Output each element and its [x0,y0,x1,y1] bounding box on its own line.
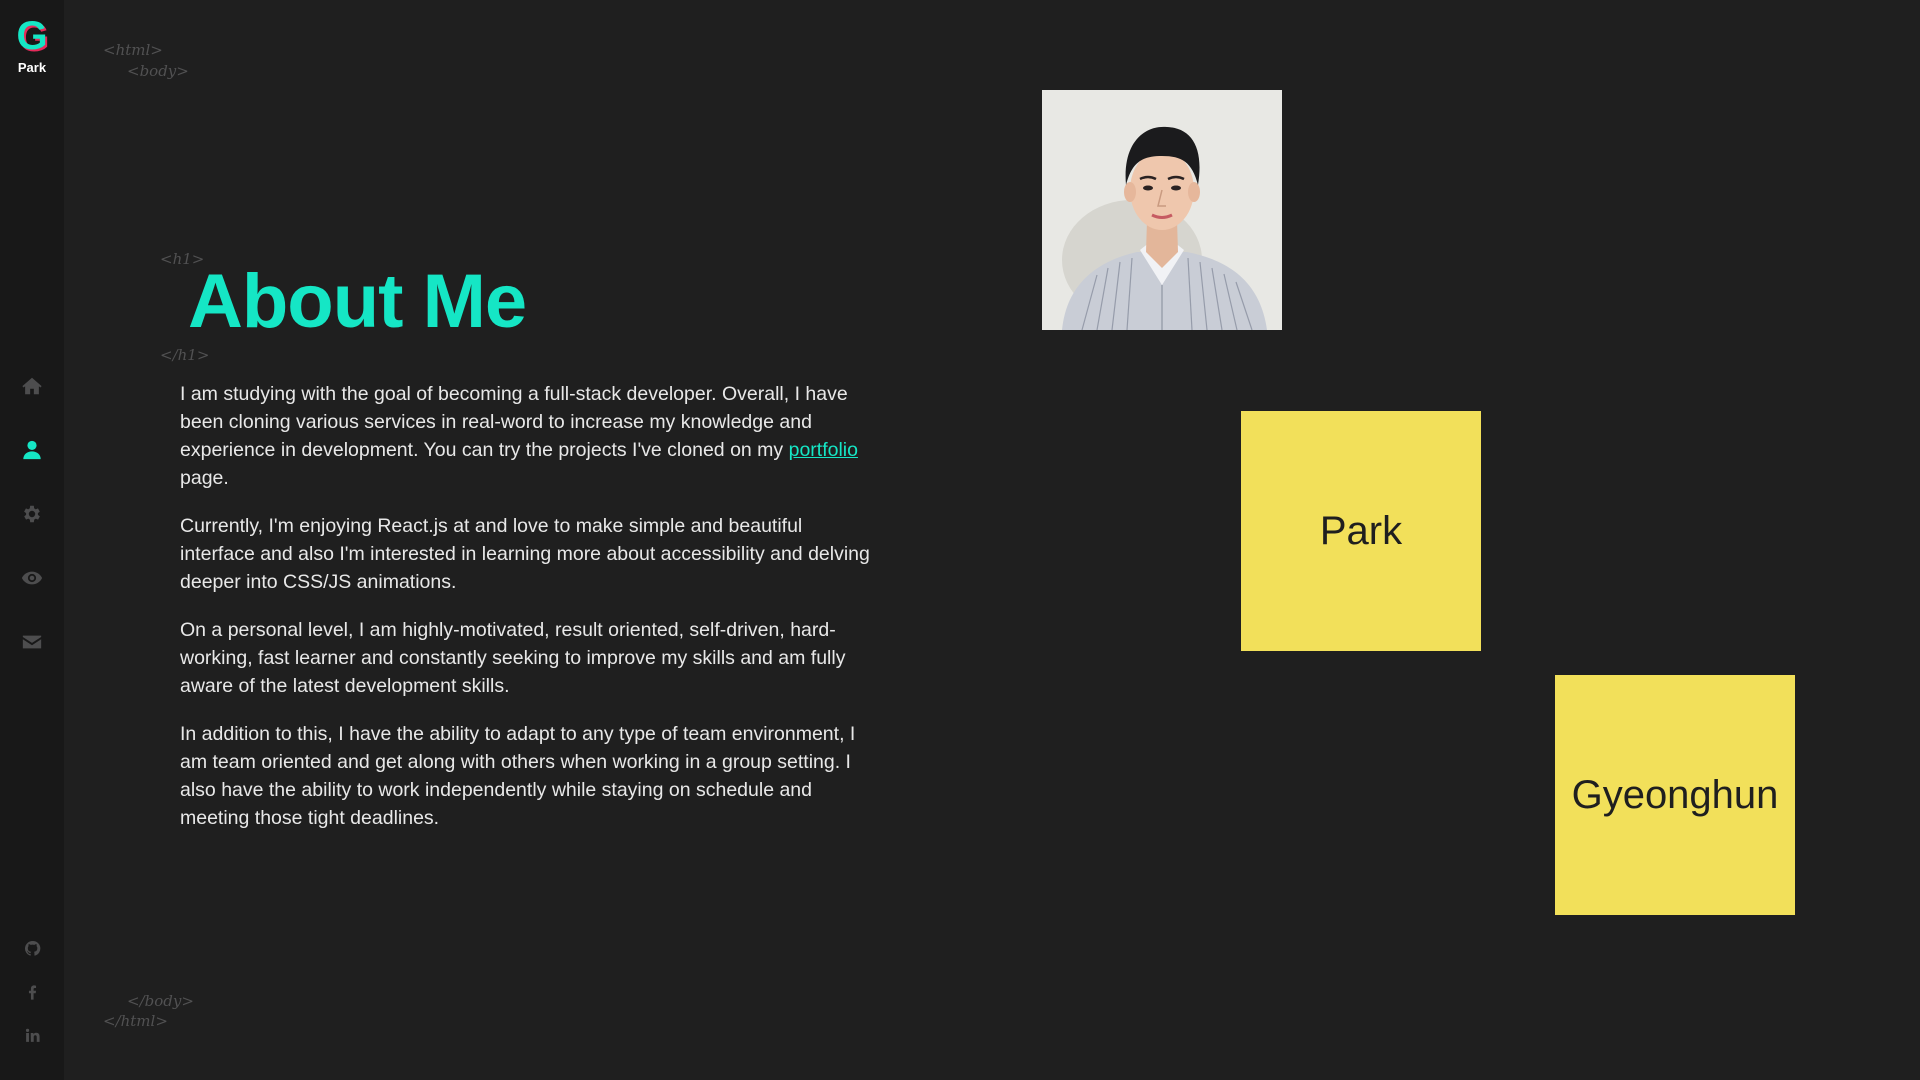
envelope-icon [22,635,42,649]
tag-h1-close: </h1> [160,346,210,364]
logo[interactable]: G Park [0,14,64,75]
nav-contact[interactable] [18,628,46,656]
sticky-note-park-label: Park [1319,508,1403,553]
tag-body-open: <body> [127,62,189,80]
about-paragraph-3: On a personal level, I am highly-motivat… [180,619,846,697]
social-linkedin[interactable] [20,1023,44,1047]
sticky-note-park[interactable]: Park [1241,411,1481,651]
logo-name[interactable]: Park [0,60,64,75]
profile-photo [1042,90,1282,330]
about-paragraph-1: I am studying with the goal of becoming … [180,380,870,492]
about-p1-end: page. [180,467,229,489]
about-paragraph-2: Currently, I'm enjoying React.js at and … [180,515,870,593]
nav-about[interactable] [18,436,46,464]
tag-html-close: </html> [103,1012,168,1030]
nav-skills[interactable] [18,500,46,528]
tag-html-open: <html> [103,41,163,59]
sidebar: G Park [0,0,64,1080]
portfolio-link[interactable]: portfolio [789,439,858,461]
linkedin-icon [25,1028,40,1042]
social-github[interactable] [20,936,44,960]
github-icon [24,940,40,956]
about-content: I am studying with the goal of becoming … [180,380,870,852]
sticky-note-gyeonghun-label: Gyeonghun [1571,772,1779,817]
profile-photo-image [1042,90,1282,330]
user-icon [23,440,41,460]
sticky-note-gyeonghun[interactable]: Gyeonghun [1555,675,1795,915]
logo-letter[interactable]: G [0,14,64,58]
page-title: About Me [188,259,527,344]
nav-portfolio[interactable] [18,564,46,592]
home-icon [22,377,42,395]
nav-home[interactable] [18,372,46,400]
gear-icon [24,505,40,523]
eye-icon [21,571,43,585]
about-p1-text: I am studying with the goal of becoming … [180,383,848,461]
social-facebook[interactable] [20,980,44,1004]
tag-body-close: </body> [127,992,194,1010]
facebook-icon [28,984,36,1000]
about-paragraph-4: In addition to this, I have the ability … [180,723,856,829]
